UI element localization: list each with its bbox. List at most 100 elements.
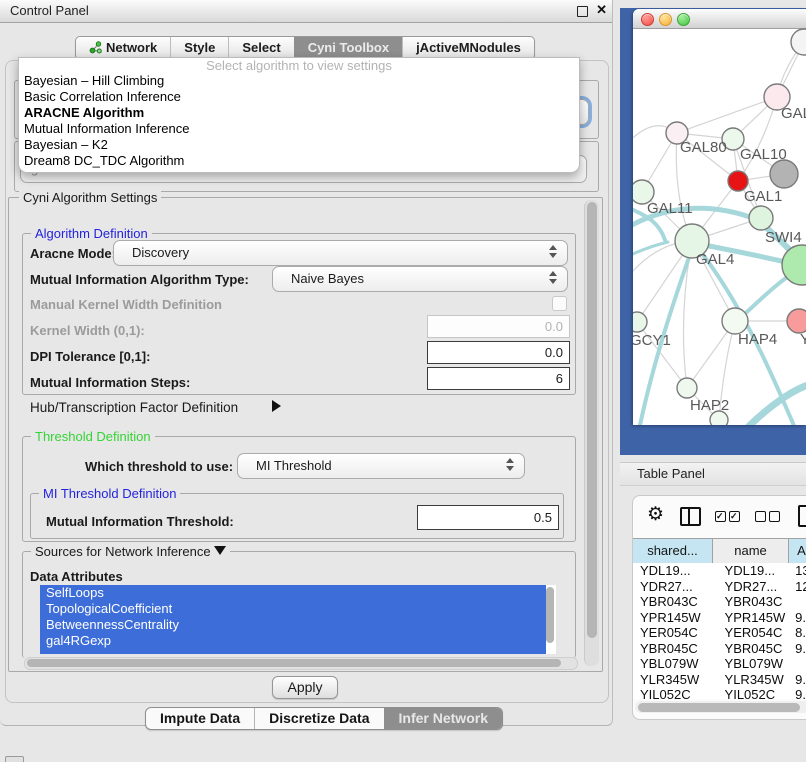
tab-network[interactable]: Network — [76, 37, 170, 59]
cyni-settings-group-title: Cyni Algorithm Settings — [19, 190, 161, 205]
column-header-clipped[interactable]: A — [789, 539, 806, 563]
table-row[interactable]: YBR043CYBR043C — [633, 594, 806, 610]
table-row[interactable]: YDR27...YDR27...12 — [633, 579, 806, 595]
control-panel-titlebar: Control Panel ✕ — [0, 0, 612, 23]
collapsed-panel-icon[interactable] — [5, 756, 24, 762]
attributes-list-scrollbar[interactable] — [546, 587, 555, 649]
network-graph[interactable]: GALGAL80GAL10GAL1GAL11SWI4GAL4GCY1HAP4YH… — [633, 28, 806, 425]
dpi-tolerance-label: DPI Tolerance [0,1]: — [30, 349, 150, 364]
settings-vscroll-thumb[interactable] — [587, 202, 597, 638]
zoom-window-icon[interactable] — [677, 13, 690, 26]
table-row[interactable]: YER054CYER054C8. — [633, 625, 806, 641]
table-cell: YDL19... — [633, 563, 719, 579]
table-row[interactable]: YBR045CYBR045C9. — [633, 641, 806, 657]
table-row[interactable]: YLR345WYLR345W9. — [633, 672, 806, 688]
minimize-window-icon[interactable] — [659, 13, 672, 26]
table-row[interactable]: YDL19...YDL19...13 — [633, 563, 806, 579]
table-cell: YBL079W — [719, 656, 795, 672]
close-panel-icon[interactable]: ✕ — [596, 2, 607, 18]
settings-hscroll-thumb[interactable] — [27, 659, 561, 667]
float-panel-icon[interactable] — [577, 6, 588, 17]
network-node[interactable] — [791, 29, 806, 55]
table-header-row: shared... name A — [633, 538, 806, 564]
mi-type-value: Naive Bayes — [283, 271, 364, 286]
data-attributes-list[interactable]: SelfLoopsTopologicalCoefficientBetweenne… — [40, 585, 556, 654]
aracne-mode-combo[interactable]: Discovery — [113, 240, 568, 266]
table-cell: YBR043C — [633, 594, 719, 610]
table-row[interactable]: YIL052CYIL052C9. — [633, 687, 806, 699]
algorithm-list-item[interactable]: ARACNE Algorithm — [19, 105, 579, 121]
attribute-list-item[interactable]: BetweennessCentrality — [40, 617, 546, 633]
gear-icon[interactable]: ⚙ — [647, 503, 664, 526]
tab-jactivemnodules[interactable]: jActiveMNodules — [402, 37, 534, 59]
combo-arrows-icon — [549, 245, 558, 258]
attribute-list-item[interactable]: TopologicalCoefficient — [40, 601, 546, 617]
network-node-label: GAL1 — [744, 188, 782, 205]
tab-cyni-toolbox[interactable]: Cyni Toolbox — [294, 37, 402, 59]
table-panel-header: Table Panel — [620, 462, 806, 486]
table-cell: YER054C — [719, 625, 795, 641]
table-body: YDL19...YDL19...13YDR27...YDR27...12YBR0… — [633, 563, 806, 699]
network-node[interactable] — [677, 378, 697, 398]
network-node[interactable] — [770, 160, 798, 188]
algorithm-list-item[interactable]: Bayesian – Hill Climbing — [19, 73, 579, 89]
mi-threshold-field[interactable]: 0.5 — [417, 505, 559, 530]
apply-button[interactable]: Apply — [272, 676, 338, 699]
clipped-document-icon[interactable] — [798, 505, 806, 527]
kernel-width-label: Kernel Width (0,1): — [30, 323, 145, 338]
collapse-arrow-icon[interactable] — [214, 546, 226, 555]
tab-select[interactable]: Select — [228, 37, 293, 59]
bottom-tab-discretize-data[interactable]: Discretize Data — [254, 708, 383, 729]
attribute-list-item-partial[interactable] — [40, 649, 546, 654]
bottom-tab-impute-data[interactable]: Impute Data — [146, 708, 254, 729]
attributes-scroll-thumb[interactable] — [546, 587, 554, 643]
table-cell: 9. — [794, 610, 806, 626]
table-cell: 8. — [794, 625, 806, 641]
kernel-width-field[interactable]: 0.0 — [427, 315, 570, 338]
mi-type-combo[interactable]: Naive Bayes — [272, 266, 568, 292]
settings-vertical-scrollbar[interactable] — [584, 200, 599, 666]
tab-style[interactable]: Style — [170, 37, 228, 59]
table-horizontal-scrollbar[interactable] — [635, 701, 806, 713]
attribute-list-item[interactable]: gal4RGexp — [40, 633, 546, 649]
algorithm-list-item[interactable]: Bayesian – K2 — [19, 137, 579, 153]
table-cell: 9. — [794, 687, 806, 699]
hub-section-label[interactable]: Hub/Transcription Factor Definition — [30, 400, 238, 415]
combo-arrows-icon — [506, 458, 515, 471]
close-window-icon[interactable] — [641, 13, 654, 26]
column-header-name[interactable]: name — [713, 539, 789, 563]
algorithm-dropdown-popup: Select algorithm to view settings Bayesi… — [18, 57, 580, 173]
split-columns-icon[interactable] — [680, 507, 701, 526]
expand-arrow-icon[interactable] — [272, 400, 281, 412]
attribute-list-item[interactable]: SelfLoops — [40, 585, 546, 601]
table-hscroll-thumb[interactable] — [638, 703, 800, 712]
table-cell: YLR345W — [719, 672, 795, 688]
network-node[interactable] — [749, 206, 773, 230]
algorithm-list-item[interactable]: Mutual Information Inference — [19, 121, 579, 137]
check-all-icon[interactable]: ✓✓ — [715, 511, 740, 522]
network-node-label: Y — [800, 331, 806, 348]
table-cell: YIL052C — [719, 687, 795, 699]
algorithm-list-item[interactable]: Basic Correlation Inference — [19, 89, 579, 105]
table-cell: YBR043C — [719, 594, 795, 610]
dpi-tolerance-field[interactable]: 0.0 — [427, 341, 570, 364]
settings-horizontal-scrollbar[interactable] — [24, 657, 578, 670]
network-node[interactable] — [633, 312, 647, 332]
mi-steps-field[interactable]: 6 — [427, 367, 570, 390]
which-threshold-label: Which threshold to use: — [85, 459, 233, 474]
network-window-titlebar — [633, 9, 806, 29]
algorithm-list-item[interactable]: Dream8 DC_TDC Algorithm — [19, 153, 579, 169]
manual-kernel-checkbox[interactable] — [552, 296, 567, 311]
network-node[interactable] — [787, 309, 806, 333]
uncheck-all-icon[interactable] — [755, 511, 780, 522]
column-header-shared[interactable]: shared... — [633, 539, 713, 563]
which-threshold-combo[interactable]: MI Threshold — [237, 453, 525, 479]
table-row[interactable]: YBL079WYBL079W — [633, 656, 806, 672]
bottom-tab-infer-network[interactable]: Infer Network — [384, 708, 502, 729]
table-row[interactable]: YPR145WYPR145W9. — [633, 610, 806, 626]
table-cell: 9. — [794, 641, 806, 657]
table-cell: YDR27... — [633, 579, 719, 595]
bottom-tabbar: Impute DataDiscretize DataInfer Network — [145, 707, 503, 730]
control-panel-title: Control Panel — [10, 3, 89, 18]
table-cell: 9. — [794, 672, 806, 688]
